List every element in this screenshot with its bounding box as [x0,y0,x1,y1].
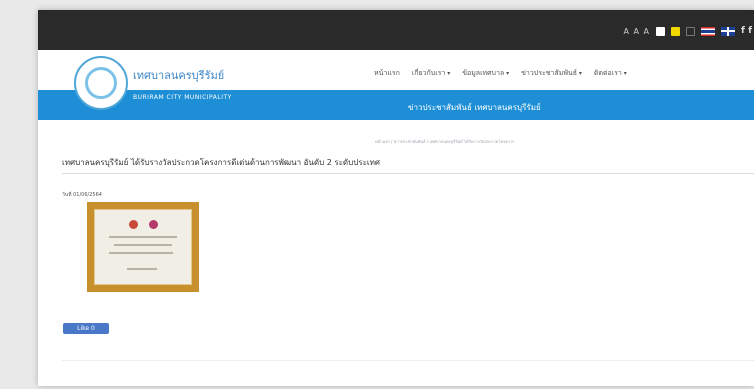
site-subtitle: BURIRAM CITY MUNICIPALITY [133,94,232,101]
th-flag-icon[interactable] [701,26,716,36]
certificate-document [94,209,192,285]
page-title: เทศบาลนครบุรีรัมย์ ได้รับรางวัลประกวดโคร… [62,158,380,167]
nav-item-contact[interactable]: ติดต่อเรา [594,68,627,79]
contrast-dark-button[interactable] [686,26,696,36]
breadcrumb[interactable]: หน้าแรก / ข่าวประชาสัมพันธ์ / เทศบาลนครบ… [375,138,514,145]
browser-page: A A A f f เทศบาลนครบุรีรัมย์ BURIRAM CIT… [38,10,754,386]
seal-icon [149,220,158,229]
main-nav: หน้าแรก เกี่ยวกับเรา ข้อมูลเทศบาล ข่าวปร… [374,68,627,79]
facebook-like-button[interactable]: Like 0 [63,323,109,334]
font-size-control[interactable]: A A A [624,27,651,36]
nav-item-news[interactable]: ข่าวประชาสัมพันธ์ [521,68,582,79]
divider [62,173,754,174]
facebook-icon[interactable]: f f [741,26,752,36]
certificate-text-line [114,244,172,246]
en-flag-icon[interactable] [721,26,736,36]
footer-divider [62,360,754,361]
certificate-photo[interactable] [87,202,199,292]
nav-item-home[interactable]: หน้าแรก [374,68,400,79]
municipality-logo[interactable] [74,56,128,110]
contrast-yellow-button[interactable] [671,26,681,36]
certificate-text-line [109,252,173,254]
certificate-text-line [127,268,157,270]
news-ticker[interactable]: ข่าวประชาสัมพันธ์ เทศบาลนครบุรีรัมย์ [408,101,541,114]
top-utility-bar: A A A f f [38,10,754,50]
site-title[interactable]: เทศบาลนครบุรีรัมย์ [133,66,224,84]
utility-controls: A A A f f [624,24,754,38]
certificate-text-line [109,236,177,238]
nav-item-about[interactable]: เกี่ยวกับเรา [412,68,450,79]
seal-icon [129,220,138,229]
nav-item-info[interactable]: ข้อมูลเทศบาล [462,68,509,79]
contrast-white-button[interactable] [656,26,666,36]
post-date: วันที่ 01/06/2564 [62,192,102,198]
